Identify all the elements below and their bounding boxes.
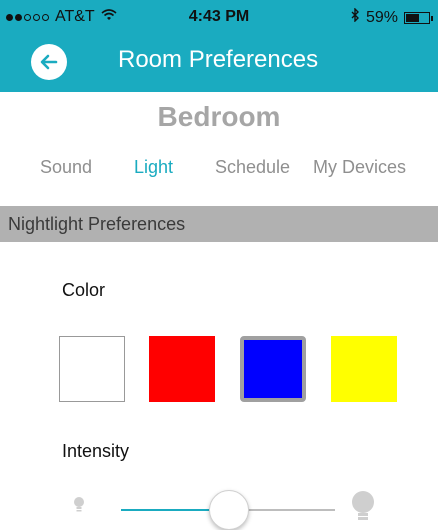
section-title: Nightlight Preferences	[8, 214, 186, 234]
bulb-large-icon	[351, 490, 375, 527]
color-swatches	[0, 336, 438, 402]
header: AT&T 4:43 PM 59% Room Preferences	[0, 0, 438, 92]
bulb-small-icon	[73, 496, 85, 521]
tab-my-devices[interactable]: My Devices	[313, 157, 406, 178]
intensity-label: Intensity	[62, 441, 130, 461]
intensity-slider[interactable]	[0, 488, 438, 530]
tab-light[interactable]: Light	[134, 157, 173, 178]
tab-sound[interactable]: Sound	[40, 157, 92, 178]
slider-thumb[interactable]	[209, 490, 249, 530]
color-swatch-white[interactable]	[59, 336, 125, 402]
color-label: Color	[62, 280, 106, 300]
page-title: Room Preferences	[118, 46, 319, 73]
battery-percent: 59%	[365, 8, 398, 26]
color-swatch-blue[interactable]	[240, 336, 306, 402]
color-swatch-red[interactable]	[149, 336, 215, 402]
room-name: Bedroom	[157, 101, 281, 132]
battery-icon	[404, 11, 433, 24]
battery-fill	[406, 13, 419, 22]
tab-schedule[interactable]: Schedule	[215, 157, 290, 178]
back-button[interactable]	[31, 44, 67, 80]
room-preferences-screen: AT&T 4:43 PM 59% Room Preferences Bedroo…	[0, 0, 438, 530]
nav-bar: Room Preferences	[0, 34, 438, 92]
status-right: 59%	[350, 7, 433, 27]
section-header: Nightlight Preferences	[0, 206, 438, 242]
tab-bar: Sound Light Schedule My Devices	[0, 157, 438, 181]
bluetooth-icon	[350, 7, 360, 27]
arrow-left-icon	[40, 54, 58, 70]
color-swatch-yellow[interactable]	[331, 336, 397, 402]
battery-nub	[431, 15, 433, 21]
status-bar: AT&T 4:43 PM 59%	[0, 0, 438, 34]
